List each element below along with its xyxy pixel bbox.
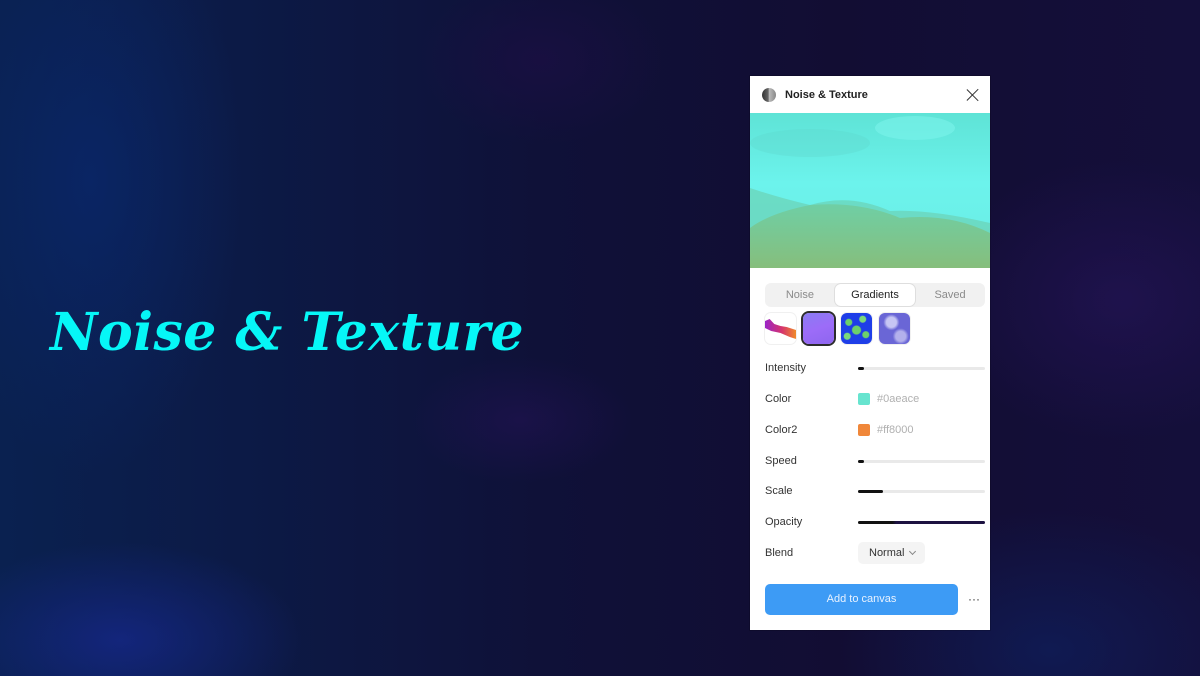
tab-bar: Noise Gradients Saved [765, 283, 985, 307]
scale-label: Scale [765, 485, 793, 497]
close-icon[interactable] [966, 88, 980, 102]
color-label: Color [765, 393, 792, 405]
add-to-canvas-button[interactable]: Add to canvas [765, 584, 958, 615]
opacity-row: Opacity [765, 512, 985, 532]
color2-hex-value[interactable]: #ff8000 [877, 424, 914, 436]
speed-label: Speed [765, 455, 797, 467]
speed-slider-fill [858, 459, 865, 463]
speed-slider[interactable] [858, 459, 985, 463]
plugin-logo-icon [762, 87, 776, 102]
texture-preview [750, 113, 990, 268]
preview-cloud [875, 116, 955, 140]
hero-title: Noise & Texture [50, 302, 525, 363]
color2-row: Color2 #ff8000 [765, 420, 985, 440]
speed-row: Speed [765, 451, 985, 471]
blend-label: Blend [765, 547, 794, 559]
chevron-down-icon [909, 547, 917, 556]
preset-violet-gradient[interactable] [803, 313, 834, 344]
preset-lavender-clouds[interactable] [879, 313, 910, 344]
intensity-slider-fill [858, 366, 865, 370]
color2-swatch[interactable] [858, 424, 870, 436]
intensity-slider[interactable] [858, 366, 985, 370]
color-swatch[interactable] [858, 393, 870, 405]
opacity-slider-fill [858, 520, 985, 524]
preset-list [765, 313, 910, 344]
panel-title: Noise & Texture [785, 88, 868, 101]
preview-landscape [750, 116, 990, 268]
intensity-label: Intensity [765, 362, 806, 374]
more-options-icon[interactable]: ··· [968, 591, 980, 607]
tab-noise[interactable]: Noise [765, 284, 835, 306]
tab-gradients[interactable]: Gradients [834, 284, 916, 306]
blend-row: Blend Normal [765, 542, 985, 564]
preset-blue-green-noise[interactable] [841, 313, 872, 344]
color-hex-value[interactable]: #0aeace [877, 393, 919, 405]
preset-orange-purple-wave[interactable] [765, 313, 796, 344]
scale-slider-fill [858, 489, 884, 493]
preview-cloud [750, 129, 870, 157]
blend-mode-select[interactable]: Normal [858, 542, 926, 564]
tab-saved[interactable]: Saved [915, 284, 985, 306]
panel-header: Noise & Texture [750, 76, 990, 113]
blend-mode-value: Normal [869, 547, 905, 559]
intensity-row: Intensity [765, 358, 985, 378]
plugin-panel: Noise & Texture Noise Gradients Saved In… [750, 76, 990, 630]
scale-slider[interactable] [858, 489, 985, 493]
opacity-slider[interactable] [858, 520, 985, 524]
preview-hill-front [750, 204, 990, 268]
color2-label: Color2 [765, 424, 798, 436]
color-row: Color #0aeace [765, 389, 985, 409]
scale-row: Scale [765, 481, 985, 501]
opacity-label: Opacity [765, 516, 803, 528]
